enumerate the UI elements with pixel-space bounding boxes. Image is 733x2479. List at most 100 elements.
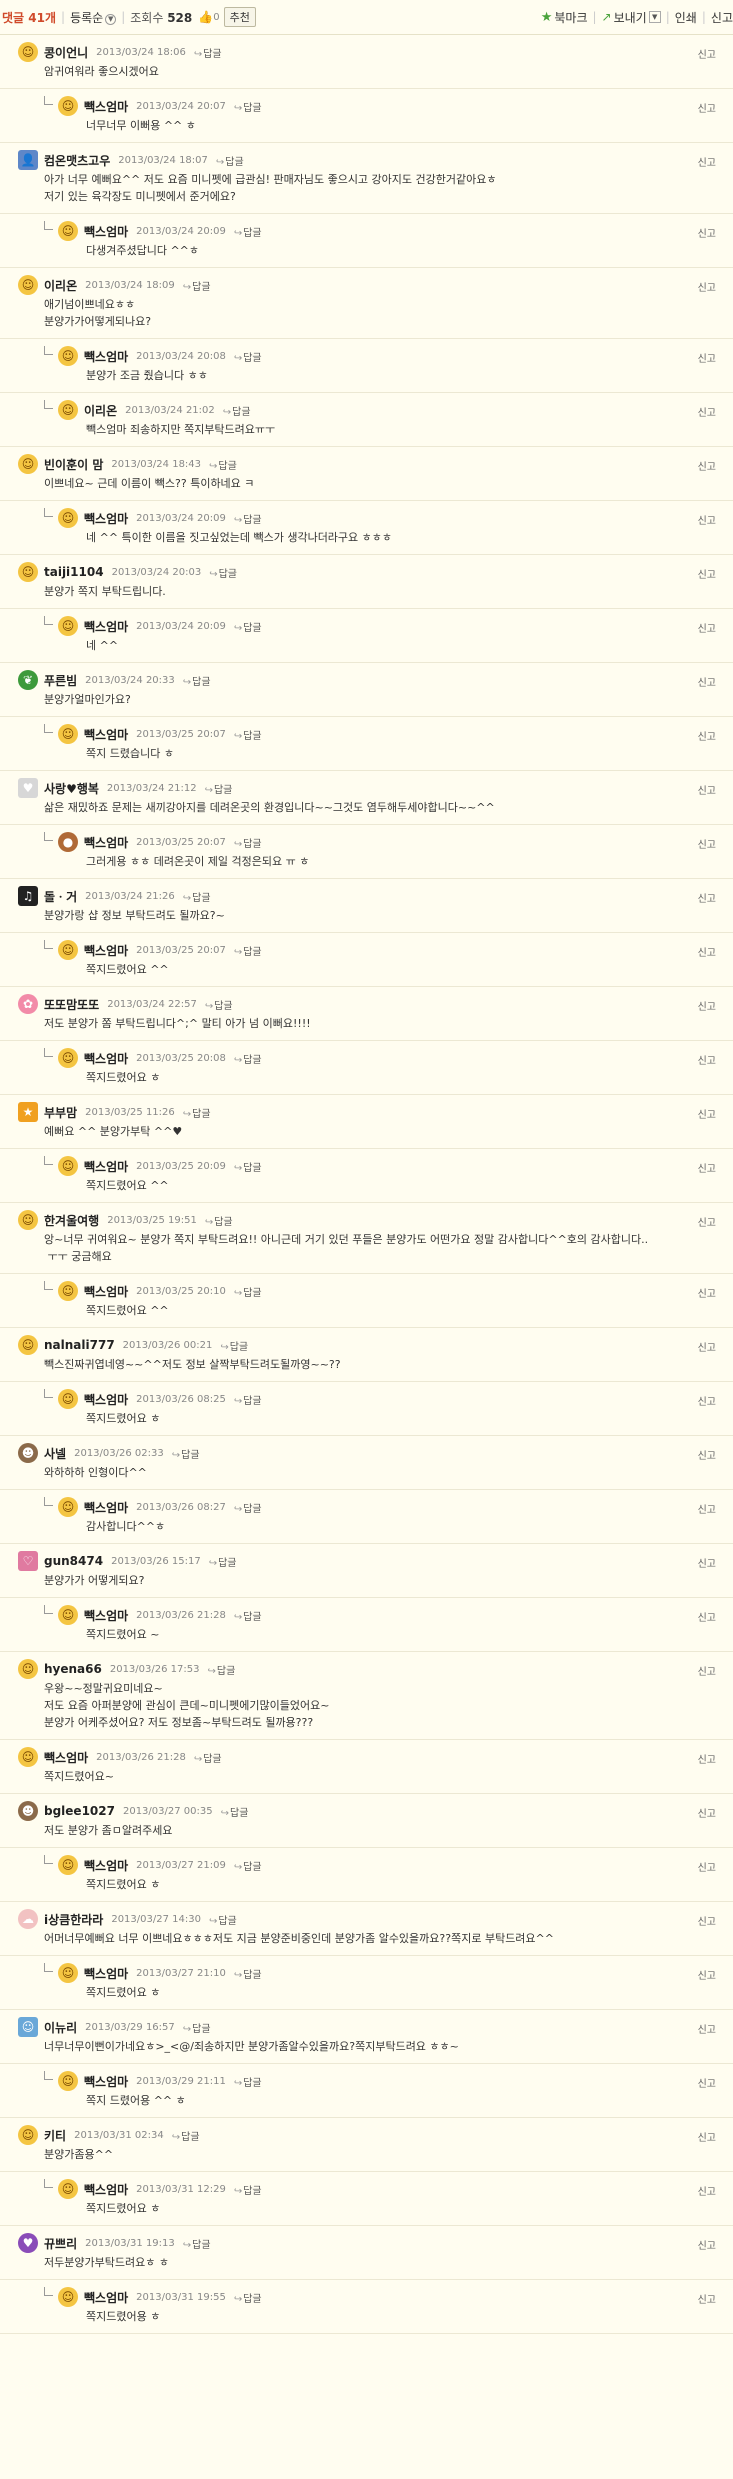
author-nickname[interactable]: i상큼한라라 xyxy=(44,1911,103,1928)
author-nickname[interactable]: 빽스엄마 xyxy=(84,1857,128,1874)
avatar[interactable]: ♥ xyxy=(18,2233,38,2253)
report-button[interactable]: 신고 xyxy=(698,279,716,294)
avatar[interactable]: ★ xyxy=(18,1102,38,1122)
report-button[interactable]: 신고 xyxy=(698,836,716,851)
author-nickname[interactable]: 한겨울여행 xyxy=(44,1212,99,1229)
author-nickname[interactable]: 빽스엄마 xyxy=(84,726,128,743)
recommend-button[interactable]: 추천 xyxy=(223,7,256,27)
author-nickname[interactable]: 빽스엄마 xyxy=(84,1391,128,1408)
report-button[interactable]: 신고 xyxy=(698,1447,716,1462)
avatar[interactable]: 👤 xyxy=(18,150,38,170)
reply-button[interactable]: ↪답글 xyxy=(216,153,244,168)
report-button[interactable]: 신고 xyxy=(698,46,716,61)
avatar[interactable]: ❦ xyxy=(18,670,38,690)
avatar[interactable]: ☺ xyxy=(58,221,78,241)
reply-button[interactable]: ↪답글 xyxy=(234,1392,262,1407)
author-nickname[interactable]: 빽스엄마 xyxy=(84,1283,128,1300)
author-nickname[interactable]: 빽스엄마 xyxy=(84,834,128,851)
report-button[interactable]: 신고 xyxy=(698,944,716,959)
author-nickname[interactable]: 또또맘또또 xyxy=(44,996,99,1013)
report-button[interactable]: 신고 xyxy=(698,620,716,635)
report-button[interactable]: 신고 xyxy=(698,1052,716,1067)
report-button[interactable]: 신고 xyxy=(698,2183,716,2198)
avatar[interactable]: ♫ xyxy=(18,886,38,906)
reply-button[interactable]: ↪답글 xyxy=(234,2074,262,2089)
author-nickname[interactable]: 돌ㆍ거 xyxy=(44,888,77,905)
author-nickname[interactable]: 빽스엄마 xyxy=(84,2181,128,2198)
reply-button[interactable]: ↪답글 xyxy=(234,349,262,364)
report-button[interactable]: 신고 xyxy=(698,1913,716,1928)
avatar[interactable]: ☺ xyxy=(58,1156,78,1176)
reply-button[interactable]: ↪답글 xyxy=(207,1662,235,1677)
report-button[interactable]: 신고 xyxy=(698,1967,716,1982)
avatar[interactable]: ☺ xyxy=(18,562,38,582)
avatar[interactable]: ☺ xyxy=(58,1855,78,1875)
avatar[interactable]: ☺ xyxy=(18,1335,38,1355)
reply-button[interactable]: ↪답글 xyxy=(205,1213,233,1228)
reply-button[interactable]: ↪답글 xyxy=(234,1858,262,1873)
report-button[interactable]: 신고 xyxy=(698,404,716,419)
report-button[interactable]: 신고 xyxy=(698,1501,716,1516)
author-nickname[interactable]: 빽스엄마 xyxy=(84,618,128,635)
author-nickname[interactable]: taiji1104 xyxy=(44,565,104,579)
report-button[interactable]: 신고 xyxy=(698,674,716,689)
avatar[interactable]: ☺ xyxy=(58,724,78,744)
report-button[interactable]: 신고 xyxy=(698,1805,716,1820)
report-button[interactable]: 신고 xyxy=(698,998,716,1013)
author-nickname[interactable]: 컴온맷츠고우 xyxy=(44,152,110,169)
author-nickname[interactable]: hyena66 xyxy=(44,1662,102,1676)
avatar[interactable]: ☺ xyxy=(58,400,78,420)
report-button[interactable]: 신고 xyxy=(698,2129,716,2144)
report-button[interactable]: 신고 xyxy=(698,2237,716,2252)
reply-button[interactable]: ↪답글 xyxy=(172,1446,200,1461)
reply-button[interactable]: ↪답글 xyxy=(205,781,233,796)
avatar[interactable]: ☻ xyxy=(18,1801,38,1821)
reply-button[interactable]: ↪답글 xyxy=(209,565,237,580)
report-button[interactable]: 신고 xyxy=(698,1160,716,1175)
author-nickname[interactable]: 빈이훈이 맘 xyxy=(44,456,103,473)
author-nickname[interactable]: 푸른빔 xyxy=(44,672,77,689)
report-button[interactable]: 신고 xyxy=(698,512,716,527)
author-nickname[interactable]: 빽스엄마 xyxy=(44,1749,88,1766)
author-nickname[interactable]: bglee1027 xyxy=(44,1804,115,1818)
reply-button[interactable]: ↪답글 xyxy=(194,45,222,60)
bookmark-link[interactable]: 북마크 xyxy=(554,9,587,26)
report-button[interactable]: 신고 xyxy=(698,1214,716,1229)
reply-button[interactable]: ↪답글 xyxy=(205,997,233,1012)
reply-button[interactable]: ↪답글 xyxy=(172,2128,200,2143)
report-button[interactable]: 신고 xyxy=(698,100,716,115)
report-button[interactable]: 신고 xyxy=(698,1609,716,1624)
reply-button[interactable]: ↪답글 xyxy=(234,727,262,742)
author-nickname[interactable]: 빽스엄마 xyxy=(84,348,128,365)
avatar[interactable]: ♥ xyxy=(18,778,38,798)
report-button[interactable]: 신고 xyxy=(698,1339,716,1354)
reply-button[interactable]: ↪답글 xyxy=(234,224,262,239)
reply-button[interactable]: ↪답글 xyxy=(234,943,262,958)
avatar[interactable]: ☺ xyxy=(18,1210,38,1230)
avatar[interactable]: ☺ xyxy=(58,508,78,528)
author-nickname[interactable]: nalnali777 xyxy=(44,1338,115,1352)
sort-dropdown[interactable]: 등록순 ▼ xyxy=(70,9,117,26)
reply-button[interactable]: ↪답글 xyxy=(234,511,262,526)
author-nickname[interactable]: 빽스엄마 xyxy=(84,942,128,959)
reply-button[interactable]: ↪답글 xyxy=(234,1608,262,1623)
reply-button[interactable]: ↪답글 xyxy=(209,1554,237,1569)
reply-button[interactable]: ↪답글 xyxy=(183,2236,211,2251)
author-nickname[interactable]: 빽스엄마 xyxy=(84,2289,128,2306)
avatar[interactable]: ☺ xyxy=(58,2287,78,2307)
report-button[interactable]: 신고 xyxy=(698,2291,716,2306)
reply-button[interactable]: ↪답글 xyxy=(234,1159,262,1174)
report-button[interactable]: 신고 xyxy=(698,1859,716,1874)
avatar[interactable]: ☺ xyxy=(18,2017,38,2037)
author-nickname[interactable]: 빽스엄마 xyxy=(84,510,128,527)
reply-button[interactable]: ↪답글 xyxy=(234,2290,262,2305)
report-button[interactable]: 신고 xyxy=(698,1663,716,1678)
avatar[interactable]: ☺ xyxy=(58,1605,78,1625)
avatar[interactable]: ☺ xyxy=(58,96,78,116)
share-icon[interactable]: ↗ xyxy=(602,10,612,24)
report-button[interactable]: 신고 xyxy=(698,728,716,743)
avatar[interactable]: ✿ xyxy=(18,994,38,1014)
thumbs-up-icon[interactable]: 👍 xyxy=(198,10,213,24)
report-button[interactable]: 신고 xyxy=(698,1751,716,1766)
reply-button[interactable]: ↪답글 xyxy=(183,2020,211,2035)
